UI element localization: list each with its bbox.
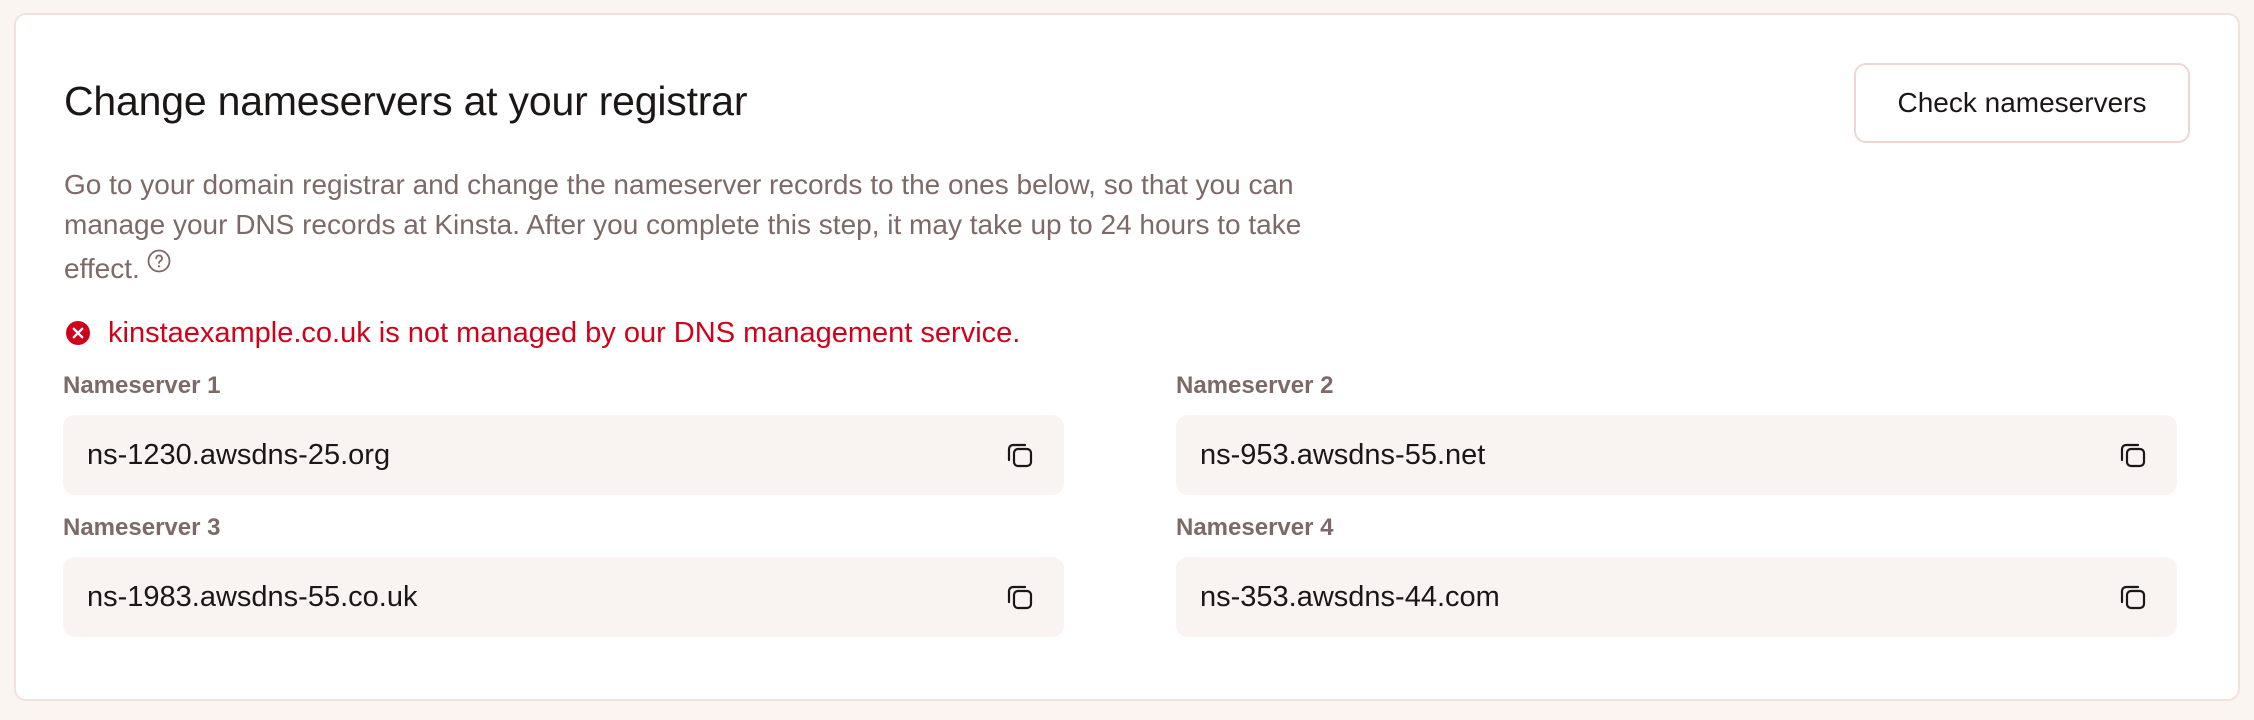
- nameserver-1-field: Nameserver 1 ns-1230.awsdns-25.org: [63, 371, 1064, 495]
- nameserver-label: Nameserver 4: [1176, 514, 1334, 541]
- nameserver-value[interactable]: ns-1230.awsdns-25.org: [87, 439, 390, 472]
- copy-button[interactable]: [1004, 439, 1036, 471]
- error-text: kinstaexample.co.uk is not managed by ou…: [108, 316, 1021, 349]
- nameserver-value-box: ns-953.awsdns-55.net: [1176, 415, 2177, 495]
- copy-icon: [2120, 585, 2146, 610]
- nameserver-2-field: Nameserver 2 ns-953.awsdns-55.net: [1176, 371, 2177, 495]
- copy-button[interactable]: [2117, 581, 2149, 613]
- nameserver-4-field: Nameserver 4 ns-353.awsdns-44.com: [1176, 513, 2177, 637]
- copy-icon: [1007, 443, 1033, 468]
- copy-icon: [1007, 585, 1033, 610]
- nameserver-value[interactable]: ns-1983.awsdns-55.co.uk: [87, 581, 417, 614]
- nameserver-value[interactable]: ns-353.awsdns-44.com: [1200, 581, 1500, 614]
- nameserver-label: Nameserver 2: [1176, 372, 1334, 399]
- dns-error-message: kinstaexample.co.uk is not managed by ou…: [64, 313, 1020, 353]
- page-title: Change nameservers at your registrar: [64, 78, 748, 124]
- instructions-text: Go to your domain registrar and change t…: [64, 165, 1374, 289]
- instructions-body: Go to your domain registrar and change t…: [64, 169, 1302, 284]
- check-nameservers-button[interactable]: Check nameservers: [1854, 63, 2190, 143]
- nameserver-label: Nameserver 3: [63, 514, 221, 541]
- nameserver-value-box: ns-353.awsdns-44.com: [1176, 557, 2177, 637]
- nameserver-value-box: ns-1983.awsdns-55.co.uk: [63, 557, 1064, 637]
- error-circle-icon: [64, 319, 92, 347]
- copy-icon: [2120, 443, 2146, 468]
- help-circle-icon[interactable]: [146, 245, 172, 273]
- nameserver-value[interactable]: ns-953.awsdns-55.net: [1200, 439, 1485, 472]
- copy-button[interactable]: [1004, 581, 1036, 613]
- copy-button[interactable]: [2117, 439, 2149, 471]
- nameserver-3-field: Nameserver 3 ns-1983.awsdns-55.co.uk: [63, 513, 1064, 637]
- nameserver-value-box: ns-1230.awsdns-25.org: [63, 415, 1064, 495]
- nameserver-label: Nameserver 1: [63, 372, 221, 399]
